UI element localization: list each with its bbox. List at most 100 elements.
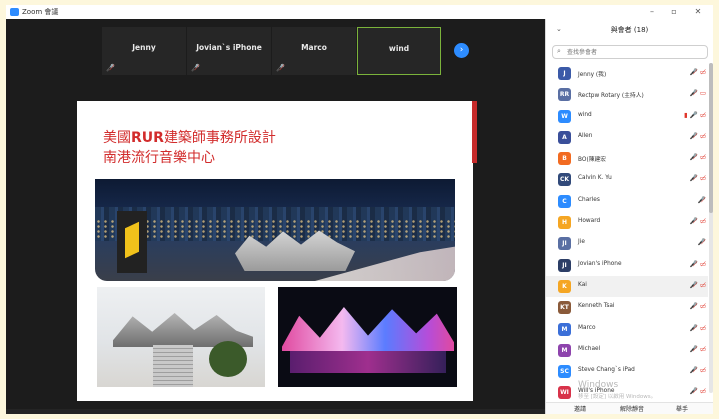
unmute-all-button[interactable]: 解除靜音 xyxy=(620,404,644,413)
participant-name: Calvin K. Yu xyxy=(578,175,612,182)
slide-accent-bar xyxy=(472,101,477,163)
avatar: K xyxy=(558,279,571,293)
activation-watermark-sub: 移至 [設定] 以啟用 Windows。 xyxy=(578,394,657,400)
avatar: C xyxy=(558,194,571,208)
slide-photo-night-rendering xyxy=(95,179,455,281)
zoom-logo-icon xyxy=(10,8,19,16)
mic-muted-icon: 🎤̸ xyxy=(191,64,200,72)
participant-name: Steve Chang`s iPad xyxy=(578,367,635,374)
maximize-button[interactable]: ▫ xyxy=(666,5,682,19)
close-button[interactable]: ✕ xyxy=(690,5,706,19)
avatar: WI xyxy=(558,386,571,400)
participant-status-icons[interactable]: 🎤̸ ▭̸ xyxy=(690,324,706,332)
slide-title-line2: 南港流行音樂中心 xyxy=(103,150,215,166)
participant-row[interactable]: M Michael 🎤̸ ▭̸ xyxy=(546,340,708,361)
tile-name: Jenny xyxy=(132,43,156,52)
video-tile-marco[interactable]: Marco 🎤̸ xyxy=(272,27,356,75)
zoom-window: Zoom 會議 – ▫ ✕ Jenny 🎤̸ Jovian`s iPhone 🎤… xyxy=(6,5,713,414)
mic-muted-icon: 🎤̸ xyxy=(276,64,285,72)
tile-name: Jovian`s iPhone xyxy=(196,43,262,52)
video-tile-strip: Jenny 🎤̸ Jovian`s iPhone 🎤̸ Marco 🎤̸ win… xyxy=(102,27,442,75)
participant-row[interactable]: Wwind ▮ 🎤 ▭̸ xyxy=(546,106,708,127)
mic-muted-icon: 🎤̸ xyxy=(106,64,115,72)
participant-row[interactable]: A Allen 🎤̸ ▭̸ xyxy=(546,127,708,148)
avatar: M xyxy=(558,343,571,357)
participant-row[interactable]: J Jenny (我) 🎤̸ ▭̸ xyxy=(546,63,708,84)
video-tile-jenny[interactable]: Jenny 🎤̸ xyxy=(102,27,186,75)
participant-row[interactable]: CK Calvin K. Yu 🎤̸ ▭̸ xyxy=(546,169,708,190)
activation-watermark: Windows xyxy=(578,380,619,390)
participant-status-icons[interactable]: 🎤̸ ▭̸ xyxy=(690,153,706,161)
search-icon: ⌕ xyxy=(557,47,561,55)
participant-name: Allen xyxy=(578,132,593,139)
participant-name: Kai xyxy=(578,281,587,288)
scrollbar-thumb[interactable] xyxy=(709,63,713,213)
minimize-button[interactable]: – xyxy=(644,5,660,19)
chevron-right-icon: › xyxy=(459,45,464,55)
participant-scrollbar[interactable] xyxy=(709,63,713,393)
participant-row[interactable]: M Marco 🎤̸ ▭̸ xyxy=(546,319,708,340)
avatar: CK xyxy=(558,173,571,187)
participant-row[interactable]: SC Steve Chang`s iPad 🎤̸ ▭̸ xyxy=(546,361,708,382)
participant-status-icons[interactable]: 🎤̸ ▭̸ xyxy=(690,68,706,76)
participant-status-icons[interactable]: 🎤̸ ▭̸ xyxy=(690,281,706,289)
participant-name: Rectpw Rotary (主持人) xyxy=(578,93,644,100)
participant-name: Jie xyxy=(578,239,585,246)
meeting-area: Jenny 🎤̸ Jovian`s iPhone 🎤̸ Marco 🎤̸ win… xyxy=(6,19,545,414)
participant-row[interactable]: K Kai 🎤̸ ▭̸ xyxy=(546,275,708,298)
participant-name: Michael xyxy=(578,345,601,352)
search-input[interactable] xyxy=(567,47,705,57)
avatar: B xyxy=(558,152,571,166)
participant-row[interactable]: KT Kenneth Tsai 🎤̸ ▭̸ xyxy=(546,297,708,318)
participant-status-icons[interactable]: 🎤̸ ▭̸ xyxy=(690,366,706,374)
raise-hand-button[interactable]: 舉手 xyxy=(676,404,688,413)
slide-photo-night-lights xyxy=(278,287,457,387)
tile-name: Marco xyxy=(301,43,327,52)
participant-list: J Jenny (我) 🎤̸ ▭̸ RR Rectpw Rotary (主持人) 🎤̸ ▭… xyxy=(546,63,708,404)
participant-name: BO(陳建宏 xyxy=(578,157,607,164)
slide-photo-day-building xyxy=(97,287,265,387)
participant-name: Charles xyxy=(578,196,600,203)
avatar: W xyxy=(558,109,571,123)
participant-status-icons[interactable]: 🎤̸ ▭̸ xyxy=(690,260,706,268)
participant-status-icons[interactable]: 🎤̸ ▭̸ xyxy=(690,345,706,353)
participant-status-icons[interactable]: 🎤̸ xyxy=(698,238,706,246)
panel-title: 與會者 (18) xyxy=(610,26,649,34)
window-title: Zoom 會議 xyxy=(22,8,59,16)
avatar: JI xyxy=(558,237,571,251)
avatar: J xyxy=(558,67,571,80)
participant-name: Jovian's iPhone xyxy=(578,260,622,267)
participant-row[interactable]: C Charles 🎤̸ xyxy=(546,191,708,212)
participant-status-icons[interactable]: 🎤̸ ▭̸ xyxy=(690,132,706,140)
avatar: RR xyxy=(558,88,571,102)
participant-row[interactable]: JI Jie 🎤̸ xyxy=(546,233,708,254)
participant-status-icons[interactable]: 🎤̸ ▭ xyxy=(690,89,706,97)
participant-row[interactable]: RR Rectpw Rotary (主持人) 🎤̸ ▭ xyxy=(546,84,708,105)
meeting-controls-bar xyxy=(6,409,545,414)
avatar: JI xyxy=(558,258,571,272)
participant-row[interactable]: B BO(陳建宏 🎤̸ ▭̸ xyxy=(546,148,708,169)
participant-row[interactable]: H Howard 🎤̸ ▭̸ xyxy=(546,212,708,233)
avatar: M xyxy=(558,322,571,336)
invite-button[interactable]: 邀請 xyxy=(574,404,586,413)
participant-name: Marco xyxy=(578,324,596,331)
participant-name: wind xyxy=(578,111,592,118)
participant-search[interactable]: ⌕ xyxy=(552,45,708,59)
video-tile-jovian-iphone[interactable]: Jovian`s iPhone 🎤̸ xyxy=(187,27,271,75)
tile-name: wind xyxy=(388,44,410,53)
participant-name: Howard xyxy=(578,218,601,225)
participants-panel: ⌄ 與會者 (18) ⌕ J Jenny (我) 🎤̸ ▭̸ RR Rectpw Rot… xyxy=(545,19,713,414)
participant-name: Jenny (我) xyxy=(578,72,607,78)
participant-row[interactable]: JI Jovian's iPhone 🎤̸ ▭̸ xyxy=(546,255,708,276)
next-page-button[interactable]: › xyxy=(454,43,469,58)
participant-status-icons[interactable]: 🎤̸ ▭̸ xyxy=(690,217,706,225)
participant-status-icons[interactable]: 🎤̸ ▭̸ xyxy=(690,174,706,182)
participant-status-icons[interactable]: 🎤̸ ▭̸ xyxy=(690,302,706,310)
participant-status-icons[interactable]: 🎤̸ ▭̸ xyxy=(690,387,706,395)
participant-name: Kenneth Tsai xyxy=(578,303,615,310)
video-tile-wind[interactable]: wind xyxy=(357,27,441,75)
title-bar: Zoom 會議 – ▫ ✕ xyxy=(6,5,713,19)
participant-status-icons[interactable]: 🎤̸ xyxy=(698,196,706,204)
avatar: SC xyxy=(558,365,571,379)
participant-status-icons[interactable]: ▮ 🎤 ▭̸ xyxy=(684,111,706,119)
